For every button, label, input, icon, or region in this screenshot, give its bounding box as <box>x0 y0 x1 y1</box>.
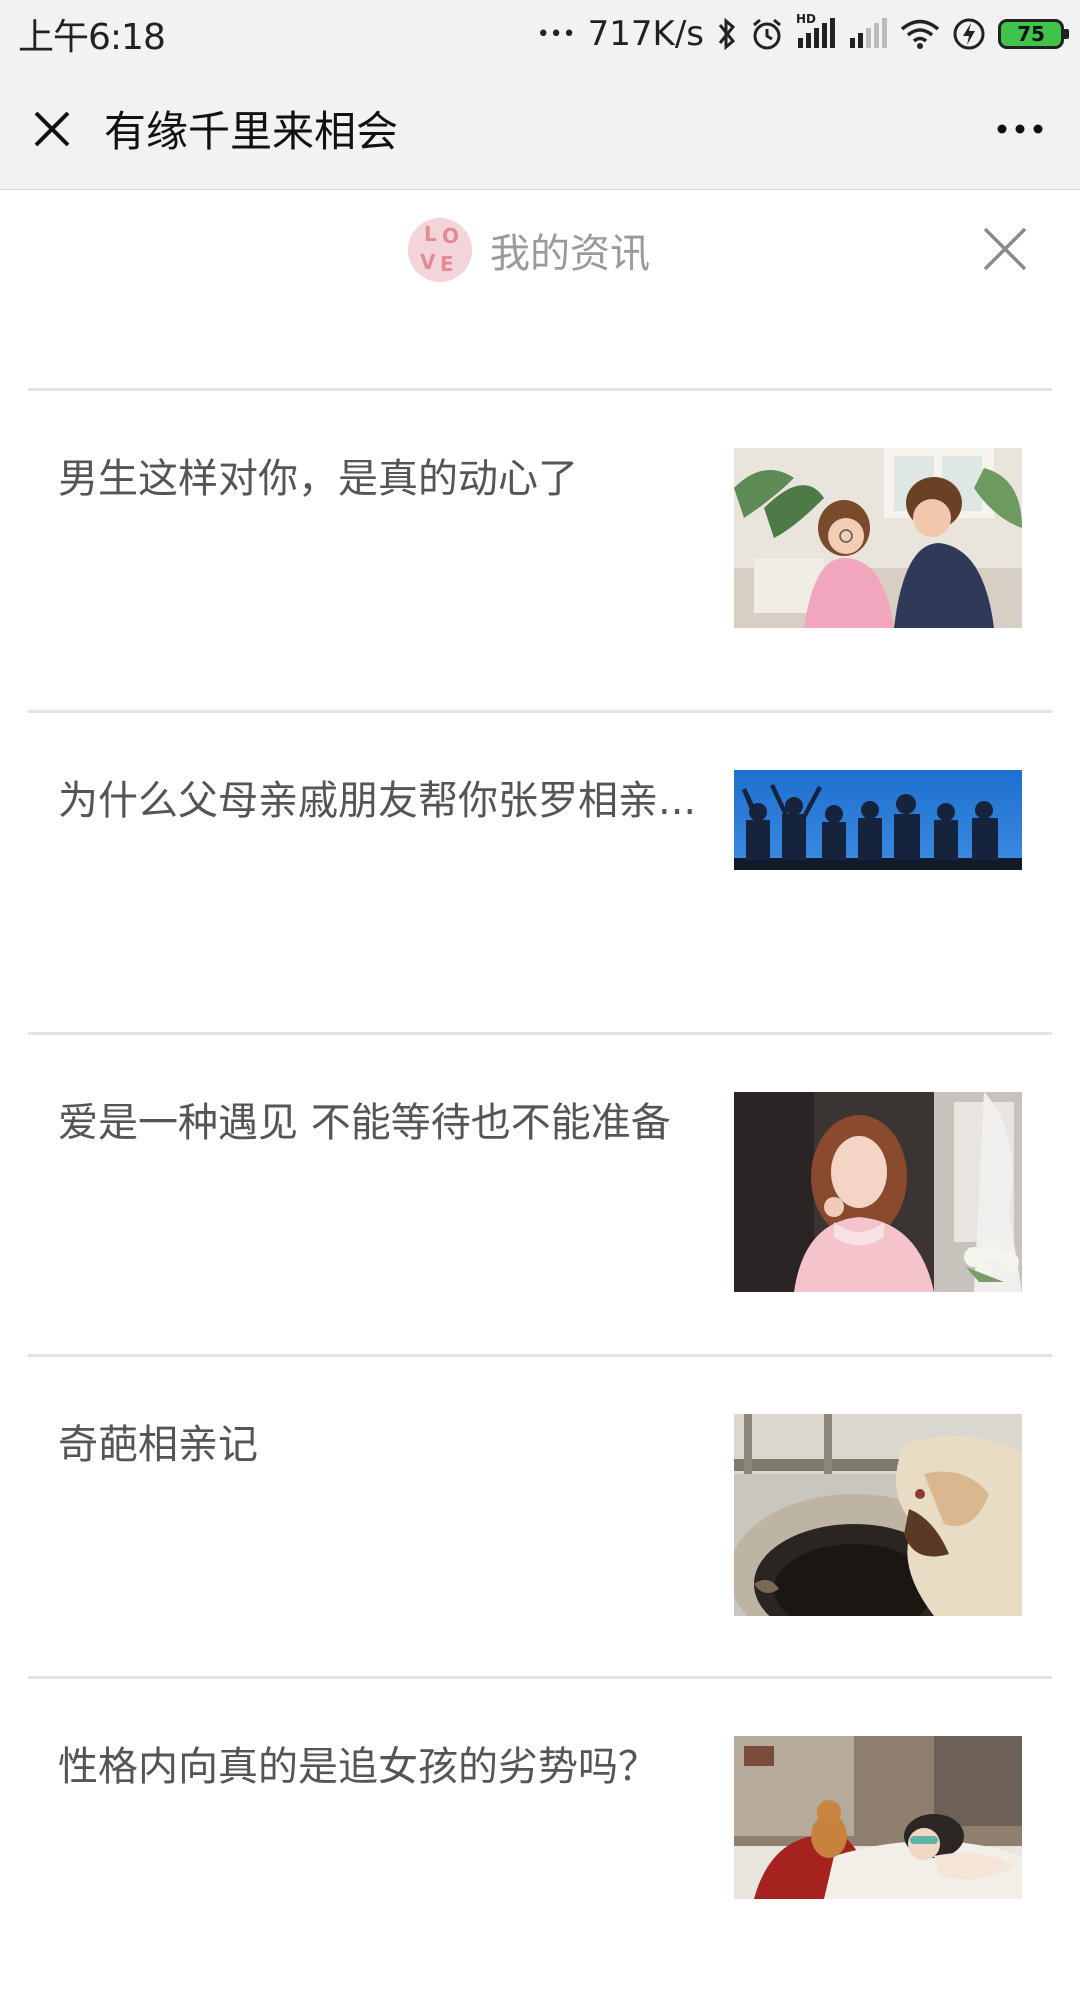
article-thumbnail <box>734 448 1022 628</box>
article-thumbnail <box>734 1736 1022 1899</box>
love-logo: L O V E <box>408 218 472 282</box>
article-title: 爱是一种遇见 不能等待也不能准备 <box>58 1100 671 1146</box>
network-speed: 717K/s <box>587 14 704 54</box>
article-item[interactable]: 爱是一种遇见 不能等待也不能准备 <box>28 1032 1052 1354</box>
sub-header: L O V E 我的资讯 <box>0 190 1080 390</box>
bluetooth-icon <box>716 16 738 52</box>
hd-signal-icon: HD <box>796 12 836 50</box>
article-item[interactable]: 奇葩相亲记 <box>28 1354 1052 1676</box>
close-button[interactable] <box>0 68 104 190</box>
article-item[interactable]: 为什么父母亲戚朋友帮你张罗相亲... <box>28 710 1052 1032</box>
battery-level: 75 <box>1017 22 1045 46</box>
panel-close-button[interactable] <box>980 224 1030 274</box>
article-title: 男生这样对你，是真的动心了 <box>58 456 578 502</box>
more-button[interactable] <box>960 68 1080 190</box>
status-dots: ••• <box>536 21 576 47</box>
article-item[interactable]: 男生这样对你，是真的动心了 <box>28 388 1052 710</box>
charging-icon <box>952 17 986 51</box>
article-thumbnail <box>734 770 1022 870</box>
article-thumbnail <box>734 1092 1022 1292</box>
status-icons: ••• 717K/s HD 75 <box>536 12 1069 54</box>
article-list: 男生这样对你，是真的动心了 为什么父母亲戚朋友帮你张罗相亲... 爱是一种遇见 … <box>28 388 1052 1998</box>
title-bar: 有缘千里来相会 <box>0 68 1080 190</box>
status-time: 上午6:18 <box>18 17 166 58</box>
article-title: 为什么父母亲戚朋友帮你张罗相亲... <box>58 778 697 824</box>
status-bar: 上午6:18 ••• 717K/s HD 75 <box>0 0 1080 68</box>
page-title: 有缘千里来相会 <box>104 107 399 156</box>
battery-icon: 75 <box>998 19 1069 49</box>
alarm-icon <box>750 17 784 51</box>
article-thumbnail <box>734 1414 1022 1616</box>
close-icon <box>34 111 70 146</box>
signal-icon <box>848 18 888 50</box>
article-item[interactable]: 性格内向真的是追女孩的劣势吗？ <box>28 1676 1052 1998</box>
article-title: 性格内向真的是追女孩的劣势吗？ <box>58 1744 658 1790</box>
article-title: 奇葩相亲记 <box>58 1422 258 1468</box>
more-icon <box>997 124 1043 133</box>
close-icon <box>983 227 1027 271</box>
wifi-icon <box>900 18 940 50</box>
sub-header-center: L O V E 我的资讯 <box>408 218 650 282</box>
sub-header-title: 我的资讯 <box>490 231 650 277</box>
